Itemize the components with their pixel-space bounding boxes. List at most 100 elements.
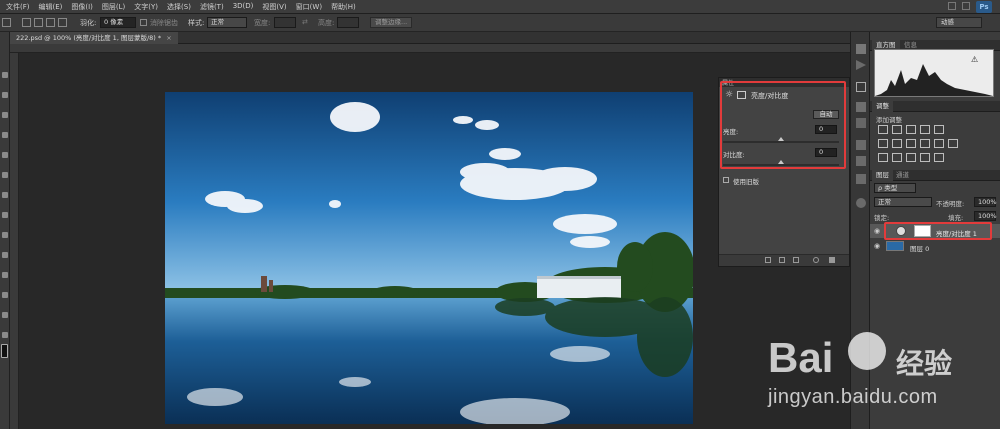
eraser-tool-icon[interactable] [2,272,8,278]
play-actions-icon[interactable] [856,60,866,70]
brush-preset-icon[interactable] [856,102,866,112]
refine-edge-button[interactable]: 调整边缘... [370,17,413,28]
menu-view[interactable]: 视图(V) [262,2,286,12]
threshold-icon[interactable] [906,153,916,162]
gradient-map-icon[interactable] [920,153,930,162]
menu-3d[interactable]: 3D(D) [233,2,254,12]
gradient-tool-icon[interactable] [2,292,8,298]
workspace-select[interactable]: 动感 [936,17,982,28]
contrast-slider-track[interactable] [723,164,839,166]
layer-name[interactable]: 亮度/对比度 1 [936,228,977,238]
levels-icon[interactable] [892,125,902,134]
menu-image[interactable]: 图像(I) [71,2,93,12]
history-icon[interactable] [856,44,866,54]
move-tool-icon[interactable] [2,72,8,78]
document-tab[interactable]: 222.psd @ 100% (亮度/对比度 1, 图层蒙版/8) * × [10,32,178,44]
curves-icon[interactable] [906,125,916,134]
brightness-input[interactable]: 0 [815,125,837,134]
visibility-icon[interactable] [813,257,819,263]
maximize-icon[interactable] [962,2,970,10]
layer-visibility-eye-icon[interactable]: ◉ [874,227,880,235]
minimize-icon[interactable] [948,2,956,10]
width-input[interactable] [274,17,296,28]
stamp-tool-icon[interactable] [2,232,8,238]
tab-channels[interactable]: 通道 [892,170,913,181]
intersect-selection-icon[interactable] [58,18,67,27]
quick-select-tool-icon[interactable] [2,132,8,138]
marquee-tool-icon[interactable] [2,18,11,27]
menu-filter[interactable]: 滤镜(T) [200,2,224,12]
lasso-tool-icon[interactable] [2,112,8,118]
clone-source-icon[interactable] [856,118,866,128]
contrast-slider-thumb[interactable] [778,160,784,164]
tab-layers[interactable]: 图层 [872,170,893,181]
menu-file[interactable]: 文件(F) [6,2,30,12]
layer-thumbnail[interactable] [886,241,904,251]
layer-row-adjustment[interactable]: ◉ 亮度/对比度 1 [870,224,1000,238]
properties-panel-header[interactable]: 属性 [719,78,849,87]
swap-icon[interactable]: ⇄ [302,18,308,26]
clip-to-layer-icon[interactable] [765,257,771,263]
eyedropper-tool-icon[interactable] [2,172,8,178]
3d-icon[interactable] [856,198,866,208]
history-brush-tool-icon[interactable] [2,252,8,258]
tab-adjustments[interactable]: 调整 [872,101,893,112]
fill-input[interactable]: 100% [974,211,997,221]
brightness-slider-track[interactable] [723,141,839,143]
layer-name[interactable]: 图层 0 [910,243,929,253]
channel-mixer-icon[interactable] [934,139,944,148]
menu-window[interactable]: 窗口(W) [296,2,322,12]
auto-button[interactable]: 自动 [813,110,839,119]
posterize-icon[interactable] [892,153,902,162]
character-icon[interactable] [856,140,866,150]
menu-select[interactable]: 选择(S) [167,2,191,12]
menu-help[interactable]: 帮助(H) [331,2,356,12]
mask-icon[interactable] [737,91,746,99]
invert-icon[interactable] [878,153,888,162]
brush-tool-icon[interactable] [2,212,8,218]
crop-tool-icon[interactable] [2,152,8,158]
hue-saturation-icon[interactable] [878,139,888,148]
view-previous-icon[interactable] [779,257,785,263]
vibrance-icon[interactable] [934,125,944,134]
contrast-input[interactable]: 0 [815,148,837,157]
height-input[interactable] [337,17,359,28]
layer-row-pixel[interactable]: ◉ 图层 0 [870,239,1000,253]
photo-filter-icon[interactable] [920,139,930,148]
color-lookup-icon[interactable] [948,139,958,148]
swatches-icon[interactable] [856,174,866,184]
layer-mask-thumbnail[interactable] [914,225,931,237]
opacity-input[interactable]: 100% [974,197,997,207]
brightness-slider-thumb[interactable] [778,137,784,141]
foreground-color-swatch[interactable] [1,344,8,358]
selective-color-icon[interactable] [934,153,944,162]
black-white-icon[interactable] [906,139,916,148]
feather-input[interactable]: 0 像素 [100,17,136,28]
menu-type[interactable]: 文字(Y) [134,2,158,12]
properties-panel-icon[interactable] [856,82,866,92]
brightness-contrast-icon[interactable] [878,125,888,134]
blend-mode-select[interactable]: 正常 [874,197,932,207]
style-select[interactable]: 正常 [207,17,247,28]
new-selection-icon[interactable] [22,18,31,27]
properties-tab[interactable]: 属性 [722,78,734,87]
marquee-tool-icon[interactable] [2,92,8,98]
layer-visibility-eye-icon[interactable]: ◉ [874,242,880,250]
layer-kind-filter[interactable]: ρ 类型 [874,183,916,193]
close-tab-icon[interactable]: × [166,34,171,42]
reset-icon[interactable] [793,257,799,263]
menu-layer[interactable]: 图层(L) [102,2,125,12]
paragraph-icon[interactable] [856,156,866,166]
healing-tool-icon[interactable] [2,192,8,198]
legacy-checkbox[interactable] [723,177,729,183]
color-balance-icon[interactable] [892,139,902,148]
dodge-tool-icon[interactable] [2,312,8,318]
add-selection-icon[interactable] [34,18,43,27]
document-canvas-image[interactable] [165,92,693,424]
menu-edit[interactable]: 编辑(E) [39,2,63,12]
subtract-selection-icon[interactable] [46,18,55,27]
pen-tool-icon[interactable] [2,332,8,338]
antialias-checkbox[interactable] [140,19,147,26]
exposure-icon[interactable] [920,125,930,134]
trash-icon[interactable] [829,257,835,263]
